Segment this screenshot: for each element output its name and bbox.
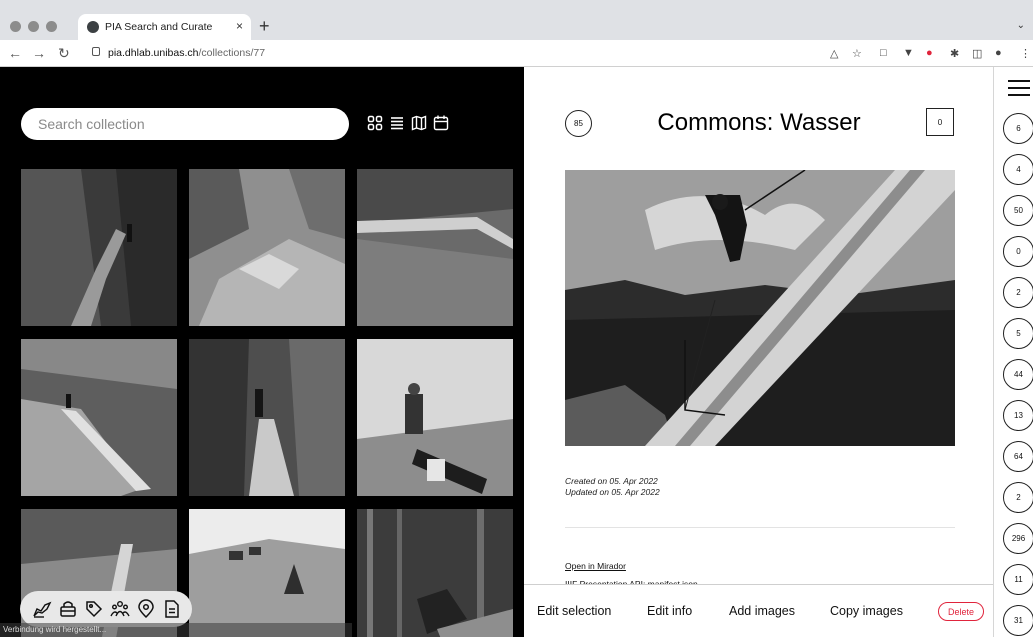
thumbnail-8[interactable] <box>189 509 345 637</box>
thumbnail-2[interactable] <box>189 169 345 326</box>
collection-badge[interactable]: 296 <box>1003 523 1033 554</box>
browser-address-bar: ← → ↻ pia.dhlab.unibas.ch/collections/77… <box>0 40 1033 67</box>
curate-icon[interactable] <box>32 599 52 619</box>
search-input[interactable] <box>21 108 349 140</box>
thumbnail-9[interactable] <box>357 509 513 637</box>
thumbnail-1[interactable] <box>21 169 177 326</box>
browser-status-text: Verbindung wird hergestellt... <box>0 623 352 637</box>
url-field[interactable]: pia.dhlab.unibas.ch/collections/77 <box>86 44 846 63</box>
record-icon[interactable]: ● <box>926 47 933 59</box>
url-host: pia.dhlab.unibas.ch <box>108 47 199 59</box>
forward-arrow-icon[interactable]: → <box>32 45 46 61</box>
updated-date: Updated on 05. Apr 2022 <box>565 487 660 497</box>
collection-panel: Verbindung wird hergestellt... <box>0 67 524 637</box>
add-images-button[interactable]: Add images <box>729 604 795 618</box>
hamburger-menu-icon[interactable] <box>1008 80 1030 96</box>
thumbnail-6[interactable] <box>357 339 513 496</box>
thumbnail-3[interactable] <box>357 169 513 326</box>
lock-icon <box>92 47 100 56</box>
map-icon[interactable] <box>411 115 427 131</box>
minimize-window-button[interactable] <box>28 21 39 32</box>
new-tab-button[interactable]: + <box>259 16 270 37</box>
star-icon[interactable]: ☆ <box>852 47 862 60</box>
chevron-down-icon[interactable]: ⌄ <box>1017 20 1025 31</box>
close-window-button[interactable] <box>10 21 21 32</box>
collection-cover-image[interactable] <box>565 170 955 446</box>
divider <box>565 527 955 528</box>
curation-toolbar <box>20 591 192 627</box>
edit-info-button[interactable]: Edit info <box>647 604 692 618</box>
collection-action-bar: Edit selection Edit info Add images Copy… <box>524 584 993 637</box>
tab-title: PIA Search and Curate <box>105 21 213 33</box>
collection-badge[interactable]: 6 <box>1003 113 1033 144</box>
collections-strip: 6 4 50 0 2 5 44 13 64 2 296 11 31 <box>993 67 1033 637</box>
collection-badge[interactable]: 2 <box>1003 277 1033 308</box>
delete-button[interactable]: Delete <box>938 602 984 621</box>
grid-icon[interactable] <box>367 115 383 131</box>
bag-icon[interactable] <box>58 599 78 619</box>
collection-badge[interactable]: 0 <box>1003 236 1033 267</box>
selection-count-badge[interactable]: 0 <box>926 108 954 136</box>
collection-badge[interactable]: 44 <box>1003 359 1033 390</box>
collection-badge[interactable]: 13 <box>1003 400 1033 431</box>
open-in-mirador-link[interactable]: Open in Mirador <box>565 561 626 571</box>
copy-images-button[interactable]: Copy images <box>830 604 903 618</box>
tag-icon[interactable] <box>84 599 104 619</box>
thumbnail-5[interactable] <box>189 339 345 496</box>
created-date: Created on 05. Apr 2022 <box>565 476 658 486</box>
menu-dots-icon[interactable]: ⋮ <box>1020 47 1031 60</box>
puzzle-icon[interactable]: ✱ <box>950 47 959 60</box>
image-count-badge: 85 <box>565 110 592 137</box>
tab-close-icon[interactable]: × <box>236 19 243 33</box>
extension-v-icon[interactable]: ▼ <box>903 47 914 59</box>
collection-badge[interactable]: 31 <box>1003 605 1033 636</box>
share-icon[interactable]: △ <box>830 47 838 60</box>
collection-badge[interactable]: 2 <box>1003 482 1033 513</box>
collection-badge[interactable]: 11 <box>1003 564 1033 595</box>
collection-badge[interactable]: 5 <box>1003 318 1033 349</box>
page-title: Commons: Wasser <box>657 109 861 136</box>
people-icon[interactable] <box>110 599 130 619</box>
sidepanel-icon[interactable]: ◫ <box>972 47 982 60</box>
profile-icon[interactable]: ● <box>995 47 1002 59</box>
location-icon[interactable] <box>136 599 156 619</box>
globe-icon <box>87 21 99 33</box>
screenshot-icon[interactable]: □ <box>880 47 887 59</box>
zoom-window-button[interactable] <box>46 21 57 32</box>
edit-selection-button[interactable]: Edit selection <box>537 604 611 618</box>
collection-badge[interactable]: 64 <box>1003 441 1033 472</box>
url-path: /collections/77 <box>198 47 266 59</box>
thumbnail-4[interactable] <box>21 339 177 496</box>
list-icon[interactable] <box>389 115 405 131</box>
reload-icon[interactable]: ↻ <box>58 45 70 62</box>
browser-tab-bar: PIA Search and Curate × + ⌄ <box>0 0 1033 40</box>
collection-badge[interactable]: 50 <box>1003 195 1033 226</box>
document-icon[interactable] <box>162 599 182 619</box>
calendar-icon[interactable] <box>433 115 449 131</box>
collection-badge[interactable]: 4 <box>1003 154 1033 185</box>
browser-tab[interactable]: PIA Search and Curate × <box>78 14 251 40</box>
collection-detail-panel: 85 Commons: Wasser 0 Created on 05. Apr … <box>524 67 993 637</box>
back-arrow-icon[interactable]: ← <box>8 45 22 61</box>
